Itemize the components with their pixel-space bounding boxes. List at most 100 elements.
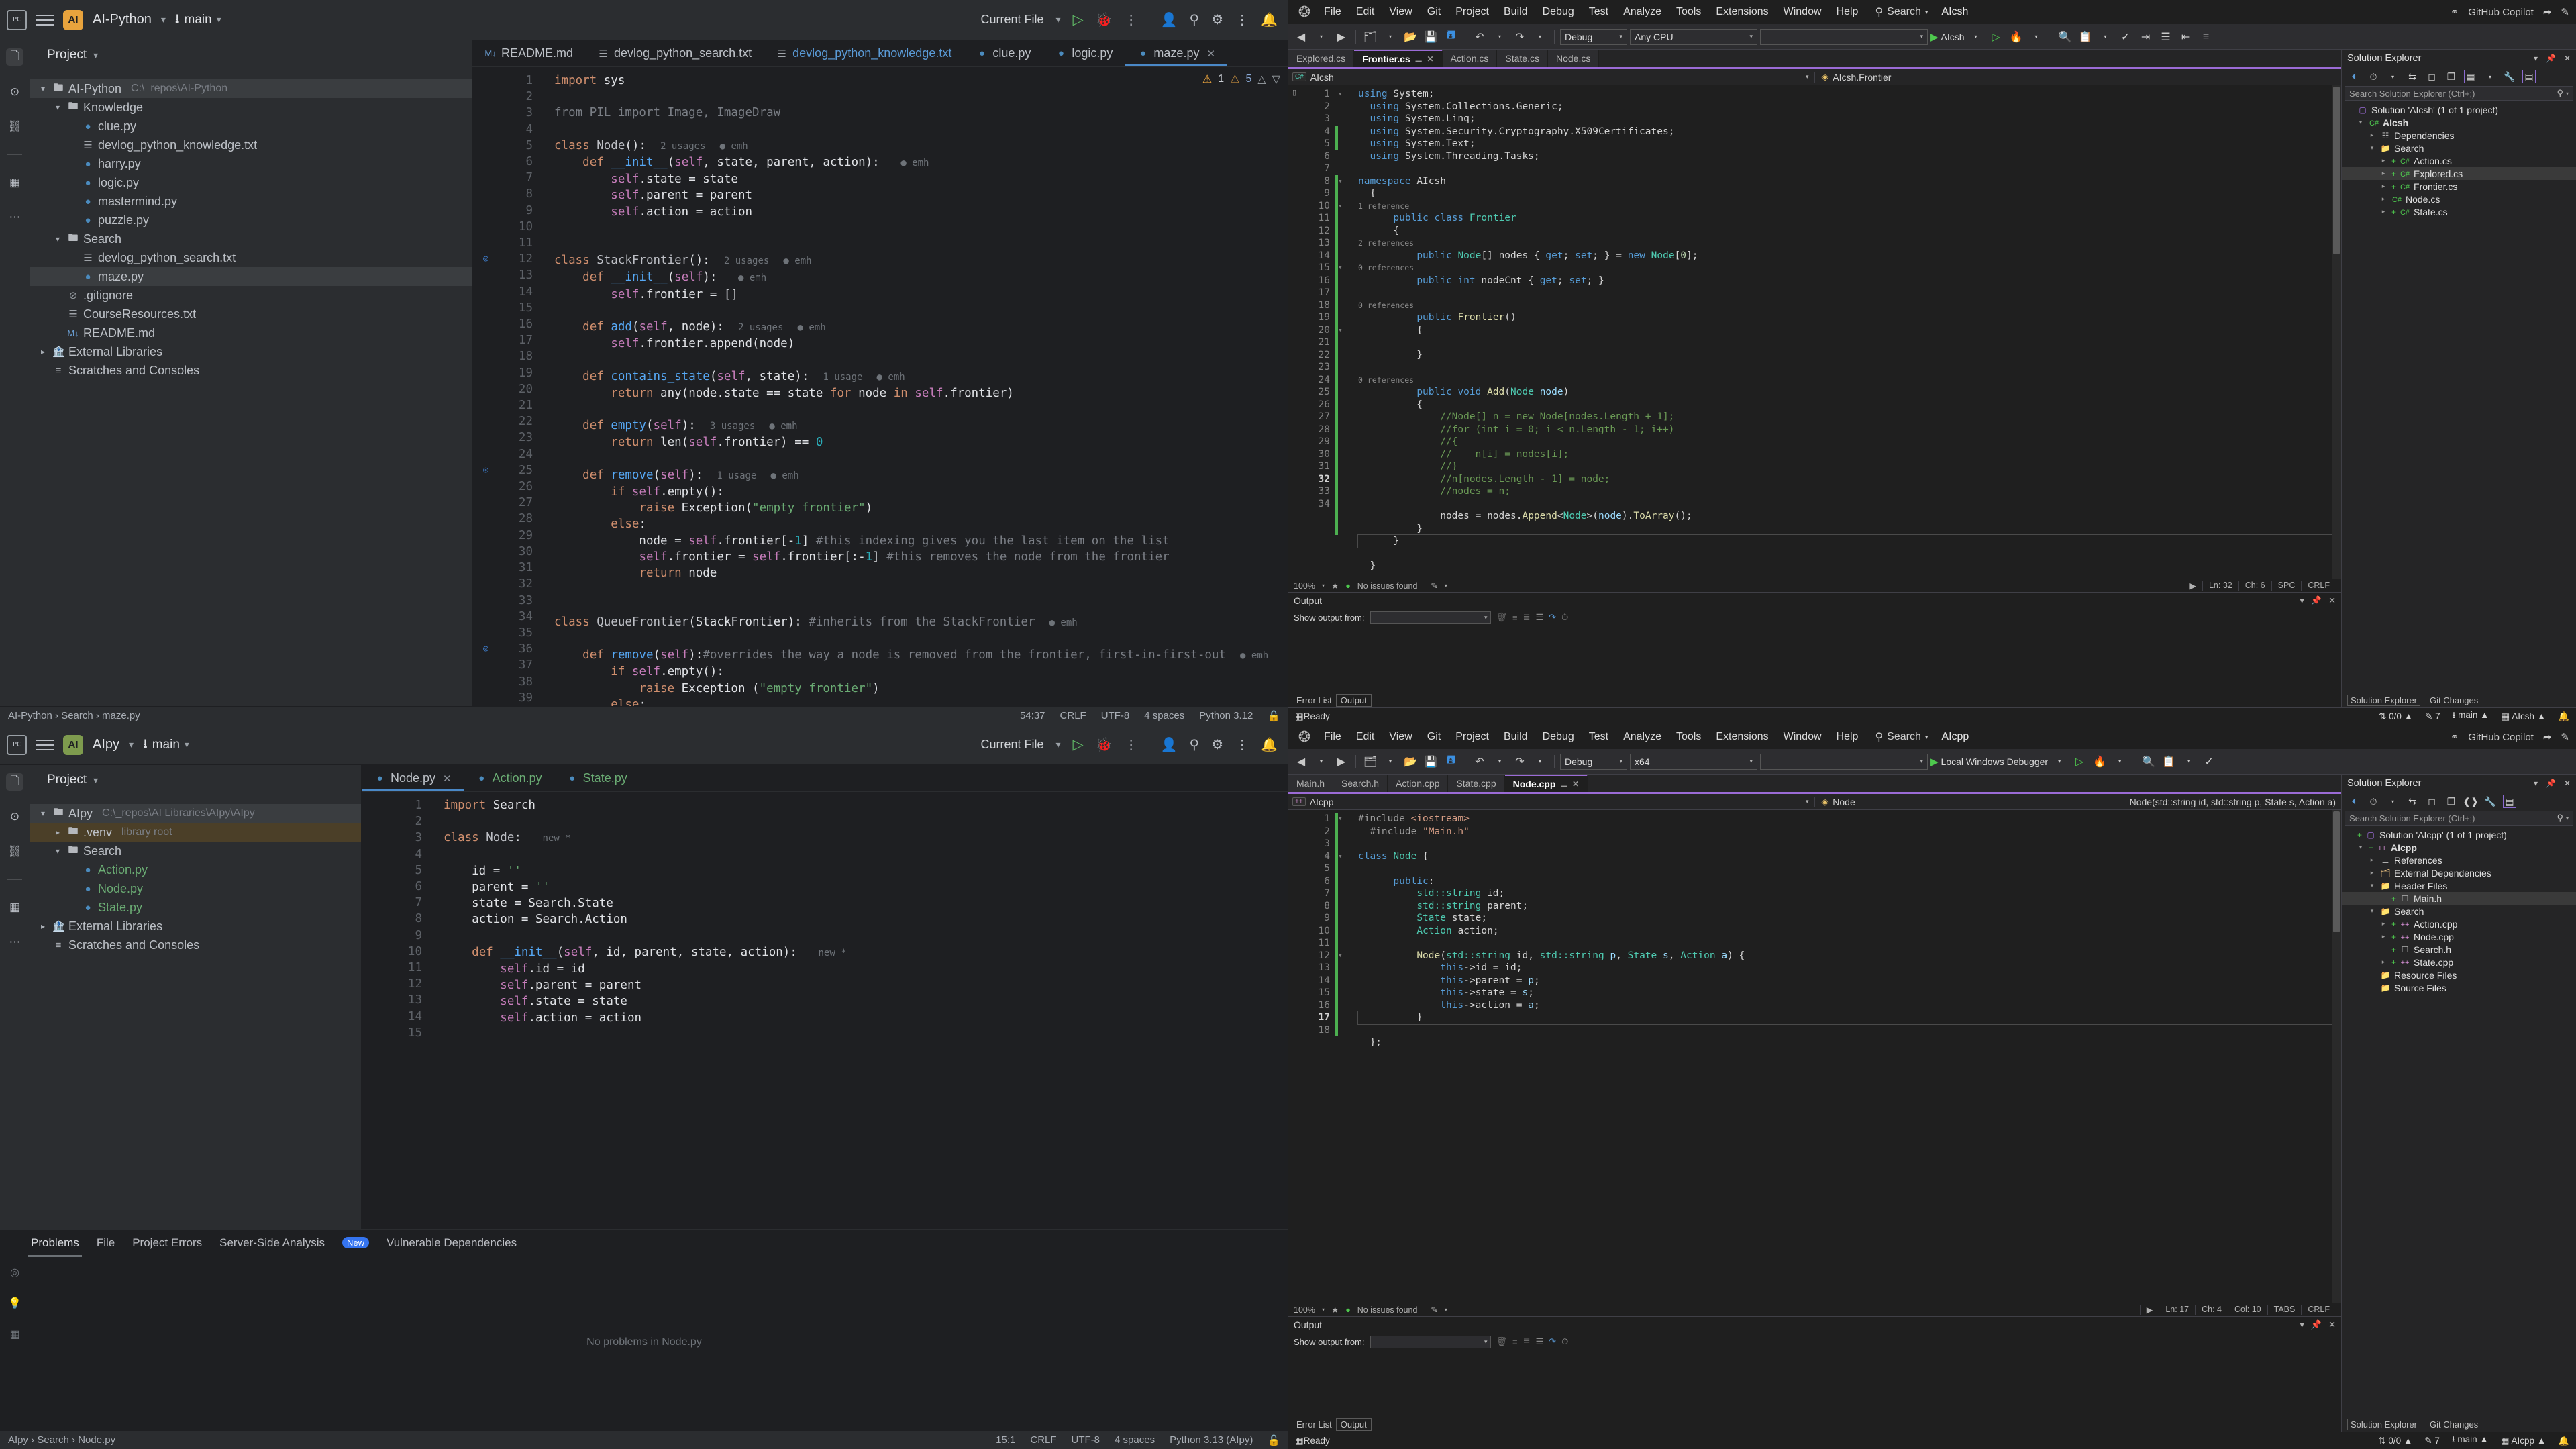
tree-item-search[interactable]: ▾ 🖿 Search bbox=[30, 230, 472, 248]
disclosure-arrow[interactable]: ▸ bbox=[52, 828, 63, 837]
save-all-icon[interactable]: 🖪 bbox=[1442, 753, 1459, 770]
disclosure-arrow[interactable]: ▾ bbox=[2367, 144, 2377, 152]
document-tab-explored.cs[interactable]: Explored.cs bbox=[1288, 50, 1355, 67]
more-vertical-icon[interactable]: ⋮ bbox=[1235, 738, 1249, 752]
pending-changes-icon[interactable]: ⏱ bbox=[2367, 70, 2380, 83]
preview-icon[interactable]: ▤ bbox=[2522, 70, 2536, 83]
spellcheck-icon[interactable]: ✓ bbox=[2200, 753, 2218, 770]
branch-selector[interactable]: ⭳ main ▲ bbox=[2453, 709, 2489, 724]
chevron-down-icon[interactable]: ▾ bbox=[1491, 28, 1508, 46]
run-config-label[interactable]: Current File bbox=[980, 13, 1043, 27]
menu-project[interactable]: Project bbox=[1448, 728, 1496, 746]
toggle-wordwrap2-icon[interactable]: ≣ bbox=[1523, 1336, 1531, 1347]
new-folder-icon[interactable]: ❐ bbox=[2444, 795, 2458, 808]
chevron-down-icon[interactable]: ▾ bbox=[1056, 14, 1061, 26]
caret-position[interactable]: 15:1 bbox=[996, 1434, 1015, 1446]
nav-arrow-icon[interactable]: ▶ bbox=[2183, 581, 2202, 591]
chevron-down-icon[interactable]: ▾ bbox=[1056, 739, 1061, 750]
tab-solution-explorer[interactable]: Solution Explorer bbox=[2347, 695, 2420, 706]
document-tab-action.cs[interactable]: Action.cs bbox=[1442, 50, 1498, 67]
fold-margin[interactable]: ▾ ▾ ▾ ▾ ▾ bbox=[1338, 85, 1350, 579]
debug-icon[interactable]: 🐞 bbox=[1096, 738, 1113, 752]
solution-item-solution--aicsh---1-of-1-project-[interactable]: ▢ Solution 'AIcsh' (1 of 1 project) bbox=[2342, 103, 2576, 116]
bell-icon[interactable]: 🔔 bbox=[2558, 1436, 2569, 1446]
platform-select[interactable]: x64 ▾ bbox=[1630, 753, 1757, 770]
build-configuration-select[interactable]: Debug ▾ bbox=[1560, 753, 1627, 770]
redo-icon[interactable]: ↷ bbox=[1511, 28, 1529, 46]
document-tab-search.h[interactable]: Search.h bbox=[1333, 775, 1388, 792]
chevron-down-icon[interactable]: ▾ bbox=[161, 14, 166, 26]
properties-icon[interactable]: 🔧 bbox=[2483, 795, 2497, 808]
chevron-down-icon[interactable]: ▾ bbox=[2483, 70, 2497, 83]
new-folder-icon[interactable]: ❐ bbox=[2444, 70, 2458, 83]
menu-test[interactable]: Test bbox=[1582, 728, 1616, 746]
run-config-label[interactable]: Current File bbox=[980, 738, 1043, 752]
close-icon[interactable]: ✕ bbox=[2564, 54, 2571, 63]
select-element-icon[interactable]: 🔍 bbox=[2140, 753, 2157, 770]
navigate-forward-icon[interactable]: ▶ bbox=[1333, 753, 1350, 770]
editor-tab-clue.py[interactable]: ● clue.py bbox=[964, 40, 1043, 66]
disclosure-arrow[interactable]: ▸ bbox=[2379, 170, 2388, 177]
unlock-icon[interactable]: 🔓 bbox=[1268, 1434, 1280, 1446]
bell-icon[interactable]: 🔔 bbox=[2558, 711, 2569, 722]
document-tab-node.cs[interactable]: Node.cs bbox=[1547, 50, 1600, 67]
share-icon[interactable]: ➦ bbox=[2543, 731, 2552, 743]
spaces-indicator[interactable]: SPC bbox=[2271, 581, 2302, 591]
navigate-back-icon[interactable]: ◀ bbox=[1292, 28, 1310, 46]
pending-changes[interactable]: ✎ 7 bbox=[2425, 711, 2440, 722]
chevron-down-icon[interactable]: ▾ bbox=[2534, 54, 2538, 63]
document-tab-frontier.cs[interactable]: Frontier.cs ⚊ ✕ bbox=[1354, 50, 1443, 67]
feedback-icon[interactable]: ✎ bbox=[2561, 731, 2569, 743]
disclosure-arrow[interactable]: ▾ bbox=[2367, 907, 2377, 915]
solution-search-input[interactable]: Search Solution Explorer (Ctrl+;) ⚲ ▾ bbox=[2345, 86, 2573, 101]
disclosure-arrow[interactable]: ▸ bbox=[2379, 958, 2388, 966]
close-icon[interactable]: ✕ bbox=[1572, 779, 1579, 789]
menu-test[interactable]: Test bbox=[1582, 3, 1616, 21]
issues-label[interactable]: No issues found bbox=[1357, 581, 1418, 591]
project-dropdown[interactable]: C# AIcsh ▾ bbox=[1288, 71, 1815, 83]
editor-tab-logic.py[interactable]: ● logic.py bbox=[1043, 40, 1125, 66]
start-debug-icon[interactable]: ▶ bbox=[1930, 31, 1939, 43]
python-interpreter[interactable]: Python 3.12 bbox=[1199, 710, 1253, 721]
pin-icon[interactable]: ⚊ bbox=[1415, 54, 1423, 64]
menu-edit[interactable]: Edit bbox=[1349, 728, 1382, 746]
menu-window[interactable]: Window bbox=[1776, 728, 1829, 746]
chevron-down-icon[interactable]: ▾ bbox=[93, 50, 98, 61]
menu-analyze[interactable]: Analyze bbox=[1616, 3, 1669, 21]
solution-item-search[interactable]: ▾ 📁 Search bbox=[2342, 905, 2576, 917]
disclosure-arrow[interactable]: ▾ bbox=[2356, 119, 2365, 126]
chevron-down-icon[interactable]: ▾ bbox=[93, 775, 98, 786]
solution-item-frontier.cs[interactable]: ▸ + C# Frontier.cs bbox=[2342, 180, 2576, 193]
tree-item-puzzle.py[interactable]: ● puzzle.py bbox=[30, 211, 472, 230]
issues-label[interactable]: No issues found bbox=[1357, 1305, 1418, 1315]
disclosure-arrow[interactable]: ▸ bbox=[2379, 195, 2388, 203]
debug-icon[interactable]: 🐞 bbox=[1096, 13, 1113, 27]
file-encoding[interactable]: UTF-8 bbox=[1072, 1434, 1100, 1446]
editor-tab-readme.md[interactable]: M↓ README.md bbox=[472, 40, 585, 66]
navigate-forward-icon[interactable]: ▶ bbox=[1333, 28, 1350, 46]
structure-icon[interactable]: ▦ bbox=[6, 174, 23, 191]
branch-selector[interactable]: ⭳ main ▲ bbox=[2452, 1433, 2489, 1448]
document-tab-action.cpp[interactable]: Action.cpp bbox=[1388, 775, 1449, 792]
copilot-label[interactable]: GitHub Copilot bbox=[2468, 732, 2534, 743]
tree-item-devlog_python_knowledge.txt[interactable]: ☰ devlog_python_knowledge.txt bbox=[30, 136, 472, 154]
menu-debug[interactable]: Debug bbox=[1535, 728, 1582, 746]
start-without-debug-icon[interactable]: ▷ bbox=[2071, 753, 2088, 770]
project-tool-icon[interactable]: 🗋 bbox=[6, 48, 23, 66]
sync-icon[interactable]: ⇆ bbox=[2406, 70, 2419, 83]
tab-file[interactable]: File bbox=[97, 1236, 115, 1250]
tab-error-list[interactable]: Error List bbox=[1292, 695, 1336, 706]
settings-icon[interactable]: ⚙ bbox=[1211, 738, 1223, 752]
chevron-down-icon[interactable]: ▾ bbox=[2534, 779, 2538, 788]
feedback-icon[interactable]: ✎ bbox=[2561, 6, 2569, 18]
tree-item-courseresources.txt[interactable]: ☰ CourseResources.txt bbox=[30, 305, 472, 323]
save-all-icon[interactable]: 🖪 bbox=[1442, 28, 1459, 46]
settings-icon[interactable]: ⚙ bbox=[1211, 13, 1223, 27]
document-tab-node.cpp[interactable]: Node.cpp ⚊ ✕ bbox=[1504, 775, 1588, 792]
editor-tab-state.py[interactable]: ● State.py bbox=[554, 765, 639, 791]
inspection-widget[interactable]: ⚠ 1 ⚠ 5 △ ▽ bbox=[1202, 72, 1280, 86]
solution-item-search[interactable]: ▾ 📁 Search bbox=[2342, 142, 2576, 154]
toggle-icon[interactable]: ≡ bbox=[2198, 28, 2215, 46]
repository-selector[interactable]: ▦ AIcsh ▲ bbox=[2502, 711, 2546, 722]
branch-selector[interactable]: ⭳ main ▾ bbox=[143, 734, 189, 756]
